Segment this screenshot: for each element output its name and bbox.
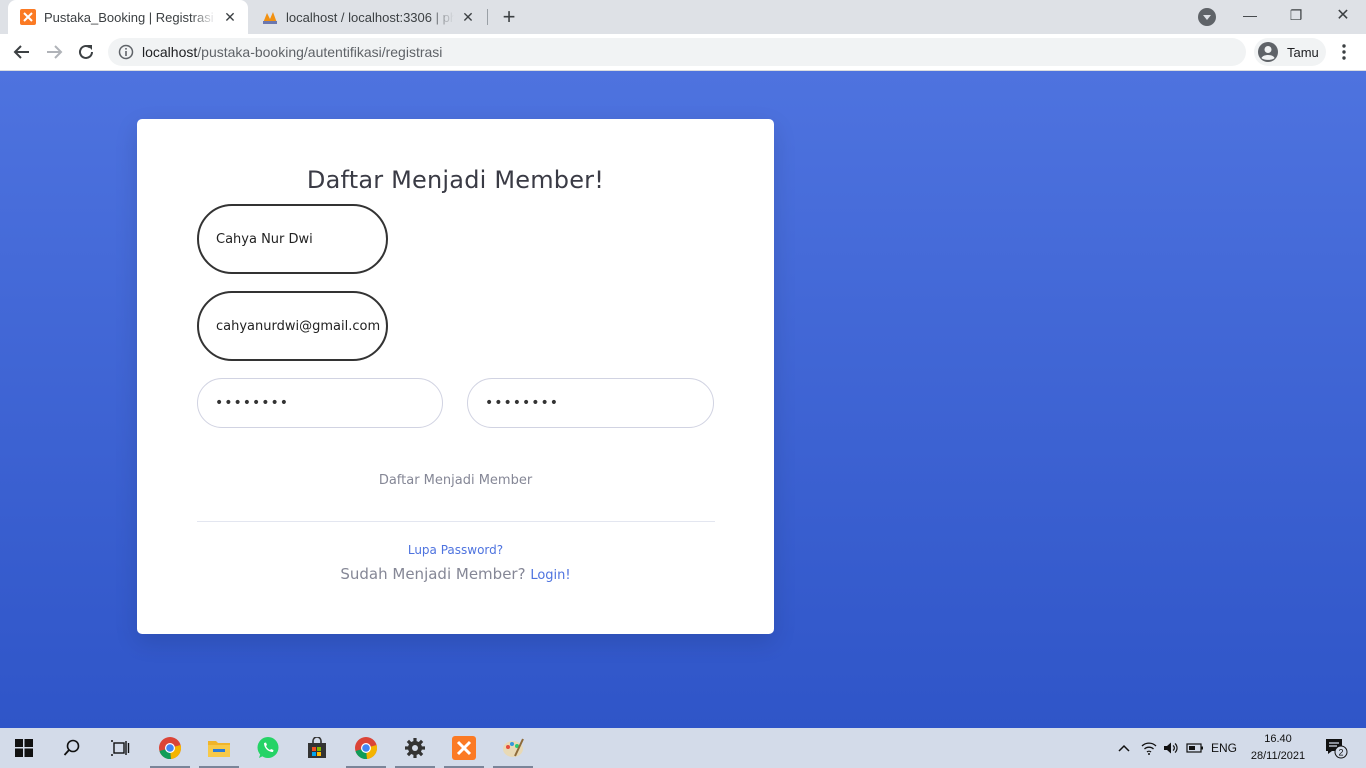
already-member-text: Sudah Menjadi Member? Login! xyxy=(137,565,774,583)
xampp-favicon-icon xyxy=(20,9,36,25)
browser-tab-strip: Pustaka_Booking | Registrasi Member ✕ lo… xyxy=(0,0,1366,34)
email-field-value: cahyanurdwi@gmail.com xyxy=(216,318,381,334)
url-host: localhost xyxy=(142,44,198,60)
tab-title: localhost / localhost:3306 | phpMyAdmin xyxy=(286,9,454,25)
settings-gear-icon[interactable] xyxy=(391,728,439,768)
new-tab-plus-icon[interactable]: + xyxy=(496,4,522,30)
email-field[interactable]: cahyanurdwi@gmail.com xyxy=(197,291,388,361)
search-icon[interactable] xyxy=(48,728,96,768)
profile-label: Tamu xyxy=(1287,44,1319,60)
close-tab-icon[interactable]: ✕ xyxy=(220,7,240,27)
divider xyxy=(197,521,715,522)
minimize-icon[interactable]: ― xyxy=(1227,0,1273,30)
already-member-label: Sudah Menjadi Member? xyxy=(340,565,526,583)
login-link[interactable]: Login! xyxy=(530,568,570,583)
chrome-taskbar-icon[interactable] xyxy=(146,728,194,768)
close-tab-icon[interactable]: ✕ xyxy=(458,7,478,27)
profile-button[interactable]: Tamu xyxy=(1254,38,1326,66)
notification-count: 2 xyxy=(1338,748,1343,758)
paint-icon[interactable] xyxy=(489,728,537,768)
tab-separator xyxy=(487,9,488,25)
close-window-icon[interactable]: ✕ xyxy=(1320,0,1366,30)
tab-registrasi[interactable]: Pustaka_Booking | Registrasi Member ✕ xyxy=(8,0,248,34)
battery-icon[interactable] xyxy=(1185,728,1205,768)
password-confirm-field[interactable]: •••••••• xyxy=(467,378,714,428)
chrome-taskbar-icon-2[interactable] xyxy=(342,728,390,768)
volume-icon[interactable] xyxy=(1162,728,1180,768)
clock-date: 28/11/2021 xyxy=(1250,750,1306,762)
register-button[interactable]: Daftar Menjadi Member xyxy=(137,473,774,488)
more-menu-icon[interactable] xyxy=(1334,40,1354,64)
language-indicator[interactable]: ENG xyxy=(1211,728,1237,768)
forward-arrow-icon[interactable] xyxy=(40,38,68,66)
store-icon[interactable] xyxy=(293,728,341,768)
notification-center-icon[interactable]: 2 xyxy=(1322,728,1350,768)
site-info-icon[interactable] xyxy=(118,44,134,60)
url-path: /pustaka-booking/autentifikasi/registras… xyxy=(197,44,443,60)
windows-start-icon[interactable] xyxy=(0,728,48,768)
registration-card: Daftar Menjadi Member! Cahya Nur Dwi cah… xyxy=(137,119,774,634)
forgot-password-link[interactable]: Lupa Password? xyxy=(137,543,774,557)
wifi-icon[interactable] xyxy=(1140,728,1158,768)
address-bar[interactable]: localhost/pustaka-booking/autentifikasi/… xyxy=(108,38,1246,66)
tab-phpmyadmin[interactable]: localhost / localhost:3306 | phpMyAdmin … xyxy=(250,0,486,34)
phpmyadmin-favicon-icon xyxy=(263,12,277,24)
reload-icon[interactable] xyxy=(72,38,100,66)
password-field[interactable]: •••••••• xyxy=(197,378,443,428)
guest-avatar-icon xyxy=(1258,42,1278,62)
tab-title: Pustaka_Booking | Registrasi Member xyxy=(44,9,216,25)
tab-search-icon[interactable] xyxy=(1198,8,1216,26)
page-background: Daftar Menjadi Member! Cahya Nur Dwi cah… xyxy=(0,71,1366,728)
taskbar: ENG 16.40 28/11/2021 2 xyxy=(0,728,1366,768)
password-mask: •••••••• xyxy=(215,395,290,411)
browser-toolbar: localhost/pustaka-booking/autentifikasi/… xyxy=(0,34,1366,71)
name-field-value: Cahya Nur Dwi xyxy=(216,231,313,247)
password-confirm-mask: •••••••• xyxy=(485,395,560,411)
restore-icon[interactable]: ❐ xyxy=(1273,0,1319,30)
show-hidden-icons-chevron-up-icon[interactable] xyxy=(1114,728,1134,768)
xampp-icon[interactable] xyxy=(440,728,488,768)
whatsapp-icon[interactable] xyxy=(244,728,292,768)
back-arrow-icon[interactable] xyxy=(8,38,36,66)
task-view-icon[interactable] xyxy=(96,728,144,768)
page-title: Daftar Menjadi Member! xyxy=(306,166,605,194)
name-field[interactable]: Cahya Nur Dwi xyxy=(197,204,388,274)
clock-time: 16.40 xyxy=(1264,733,1292,745)
clock[interactable]: 16.40 28/11/2021 xyxy=(1248,731,1308,765)
file-explorer-icon[interactable] xyxy=(195,728,243,768)
